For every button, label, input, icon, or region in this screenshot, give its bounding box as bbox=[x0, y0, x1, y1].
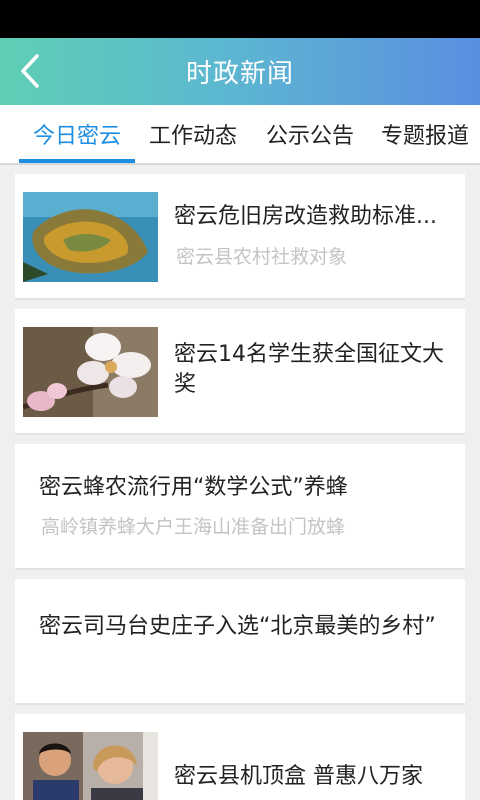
news-item[interactable]: 密云县机顶盒 普惠八万家 bbox=[15, 714, 465, 800]
tab-bar: 今日密云 工作动态 公示公告 专题报道 bbox=[0, 105, 480, 165]
news-item[interactable]: 密云14名学生获全国征文大奖 bbox=[15, 309, 465, 435]
white-blossom-photo bbox=[23, 327, 158, 417]
news-thumbnail bbox=[23, 732, 158, 800]
tab-special-reports[interactable]: 专题报道 bbox=[372, 105, 478, 163]
chevron-left-icon bbox=[21, 54, 39, 88]
news-title: 密云县机顶盒 普惠八万家 bbox=[174, 764, 423, 789]
status-bar bbox=[0, 0, 480, 38]
news-title: 密云司马台史庄子入选“北京最美的乡村” bbox=[39, 614, 436, 639]
tab-work-news[interactable]: 工作动态 bbox=[140, 105, 246, 163]
people-photo bbox=[23, 732, 158, 800]
news-title: 密云14名学生获全国征文大奖 bbox=[174, 342, 444, 397]
page-title: 时政新闻 bbox=[185, 59, 294, 89]
back-button[interactable] bbox=[8, 46, 52, 96]
news-subtitle: 高岭镇养蜂大户王海山准备出门放蜂 bbox=[41, 516, 346, 538]
news-thumbnail bbox=[23, 327, 158, 417]
news-list: 密云危旧房改造救助标准... 密云县农村社救对象 密云14名学生获全国征文大奖 … bbox=[0, 165, 480, 800]
news-item[interactable]: 密云危旧房改造救助标准... 密云县农村社救对象 bbox=[15, 174, 465, 300]
tab-announcements[interactable]: 公示公告 bbox=[257, 105, 363, 163]
news-title: 密云危旧房改造救助标准... bbox=[174, 204, 437, 229]
news-subtitle: 密云县农村社救对象 bbox=[176, 246, 348, 268]
app-header: 时政新闻 bbox=[0, 38, 480, 105]
active-tab-indicator bbox=[19, 159, 135, 163]
news-item[interactable]: 密云司马台史庄子入选“北京最美的乡村” bbox=[15, 579, 465, 705]
tab-today-miyun[interactable]: 今日密云 bbox=[19, 105, 135, 163]
news-title: 密云蜂农流行用“数学公式”养蜂 bbox=[39, 475, 348, 500]
aerial-island-photo bbox=[23, 192, 158, 282]
news-thumbnail bbox=[23, 192, 158, 282]
news-item[interactable]: 密云蜂农流行用“数学公式”养蜂 高岭镇养蜂大户王海山准备出门放蜂 bbox=[15, 444, 465, 570]
